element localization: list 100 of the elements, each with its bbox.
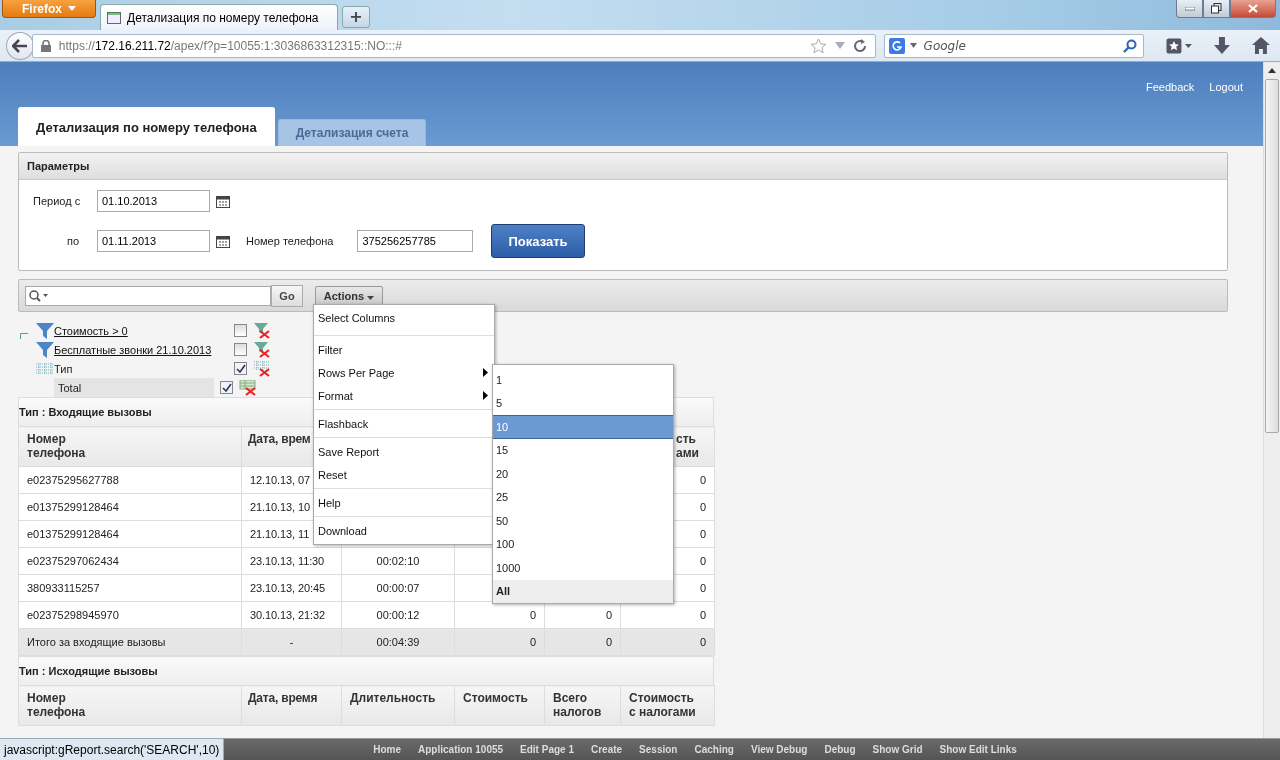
toolbar-link[interactable]: View Debug	[750, 744, 808, 755]
calendar-icon[interactable]	[216, 234, 230, 248]
menu-item[interactable]: Select Columns	[314, 307, 494, 333]
reload-icon[interactable]	[852, 38, 867, 53]
toolbar-link[interactable]: Edit Page 1	[520, 744, 574, 755]
panel-title: Параметры	[27, 160, 90, 172]
home-icon[interactable]	[1252, 37, 1270, 54]
toolbar-link[interactable]: Debug	[824, 744, 856, 755]
summary-cell: 0	[544, 628, 621, 656]
download-icon[interactable]	[1214, 36, 1231, 55]
star-icon[interactable]	[809, 37, 827, 54]
menu-item[interactable]: Help	[314, 491, 494, 514]
table-cell: 380933115257	[18, 574, 242, 602]
table-cell: e01375299128464	[18, 493, 242, 521]
funnel-icon	[36, 341, 54, 358]
lock-icon	[40, 39, 51, 52]
summary-cell: 0	[620, 628, 715, 656]
table-cell: e02375297062434	[18, 547, 242, 575]
date-field[interactable]: 01.11.2013	[97, 230, 210, 252]
menu-item[interactable]: 1	[493, 368, 673, 392]
tab-title: Детализация по номеру телефона	[127, 10, 319, 25]
column-header[interactable]: Номер телефона	[18, 426, 242, 467]
actions-button[interactable]: Actions	[315, 285, 383, 306]
column-header[interactable]: Номер телефона	[18, 685, 242, 726]
phone-field[interactable]: 375256257785	[357, 230, 474, 252]
field-label: Период с	[32, 195, 82, 207]
summary-cell: 00:04:39	[341, 628, 455, 656]
collapse-icon[interactable]	[20, 333, 28, 339]
show-button[interactable]: Показать	[491, 224, 585, 258]
submenu-arrow-icon	[483, 391, 488, 400]
summary-cell: 0	[454, 628, 545, 656]
menu-item[interactable]: 15	[493, 438, 673, 462]
field-label: Номер телефона	[246, 235, 334, 247]
header-link[interactable]: Logout	[1209, 81, 1243, 93]
table-cell: 23.10.13, 20:45	[241, 574, 342, 602]
scroll-thumb[interactable]	[1265, 79, 1279, 433]
summary-cell: -	[241, 628, 342, 656]
minimize-icon	[1184, 6, 1195, 11]
toolbar-link[interactable]: Application 10055	[418, 744, 504, 755]
column-header[interactable]: Всего налогов	[544, 685, 621, 726]
group-label: Total	[58, 381, 82, 394]
search-icon[interactable]	[29, 289, 49, 302]
toolbar-link[interactable]: Show Edit Links	[939, 744, 1017, 755]
menu-item[interactable]: Rows Per Page	[314, 361, 494, 384]
filter-link[interactable]: Стоимость > 0	[54, 324, 128, 337]
bookmarks-icon[interactable]	[1166, 37, 1193, 54]
dropdown-icon[interactable]	[909, 43, 917, 48]
header-link[interactable]: Feedback	[1146, 81, 1195, 93]
toolbar-link[interactable]: Show Grid	[872, 744, 923, 755]
close-button[interactable]	[1230, 0, 1276, 18]
calendar-icon[interactable]	[216, 194, 230, 208]
toolbar-link[interactable]: Session	[639, 744, 678, 755]
search-engine-icon	[888, 37, 905, 54]
remove-icon[interactable]	[253, 322, 271, 339]
column-header[interactable]: Стоимость с налогами	[620, 685, 715, 726]
search-icon[interactable]	[1123, 38, 1138, 53]
remove-icon[interactable]	[253, 360, 271, 377]
toolbar-link[interactable]: Caching	[694, 744, 734, 755]
scrollbar[interactable]	[1263, 62, 1280, 738]
close-icon	[1248, 4, 1258, 13]
menu-item[interactable]: All	[493, 579, 673, 603]
remove-icon[interactable]	[253, 341, 271, 358]
address-bar[interactable]: https://172.16.211.72/apex/f?p=10055:1:3036863312315::NO:::#	[31, 33, 876, 58]
funnel-icon	[36, 322, 54, 339]
checkbox[interactable]	[234, 324, 247, 337]
table-cell: e02375298945970	[18, 601, 242, 629]
checkbox[interactable]	[234, 343, 247, 356]
column-header[interactable]: Длительность	[341, 685, 455, 726]
menu-item[interactable]: Flashback	[314, 412, 494, 435]
table-cell: 23.10.13, 11:30	[241, 547, 342, 575]
menu-item[interactable]: Filter	[314, 338, 494, 361]
report-search-field[interactable]	[25, 285, 271, 306]
back-button[interactable]	[6, 31, 34, 60]
checkbox[interactable]	[220, 381, 233, 394]
go-button[interactable]: Go	[271, 284, 303, 307]
filter-link[interactable]: Бесплатные звонки 21.10.2013	[54, 343, 212, 356]
group-label: Тип	[54, 362, 73, 375]
caret-icon	[68, 6, 76, 11]
remove-icon[interactable]	[239, 379, 257, 396]
report-group-title: Тип : Исходящие вызовы	[18, 656, 714, 685]
search-bar[interactable]: Google	[883, 33, 1145, 58]
toolbar-link[interactable]: Create	[590, 744, 623, 755]
table-cell: 30.10.13, 21:32	[241, 601, 342, 629]
column-header[interactable]: Дата, время	[241, 685, 342, 726]
minimize-button[interactable]	[1176, 0, 1203, 18]
page-tab[interactable]: Детализация по номеру телефона	[18, 107, 275, 146]
field-label: по	[66, 235, 81, 247]
new-tab-button[interactable]: +	[342, 6, 370, 28]
restore-button[interactable]	[1203, 0, 1230, 18]
column-header[interactable]: Стоимость	[454, 685, 545, 726]
table-cell: 00:00:07	[341, 574, 455, 602]
back-arrow-icon	[11, 38, 28, 53]
browser-tab[interactable]: Детализация по номеру телефона	[100, 4, 338, 30]
checkbox[interactable]	[234, 362, 247, 375]
submenu-arrow-icon	[483, 368, 488, 377]
scroll-up-icon[interactable]	[1268, 68, 1276, 73]
date-field[interactable]: 01.10.2013	[97, 190, 210, 212]
search-input[interactable]: Google	[921, 37, 1119, 54]
toolbar-link[interactable]: Home	[373, 744, 402, 755]
restore-icon	[1211, 3, 1222, 14]
